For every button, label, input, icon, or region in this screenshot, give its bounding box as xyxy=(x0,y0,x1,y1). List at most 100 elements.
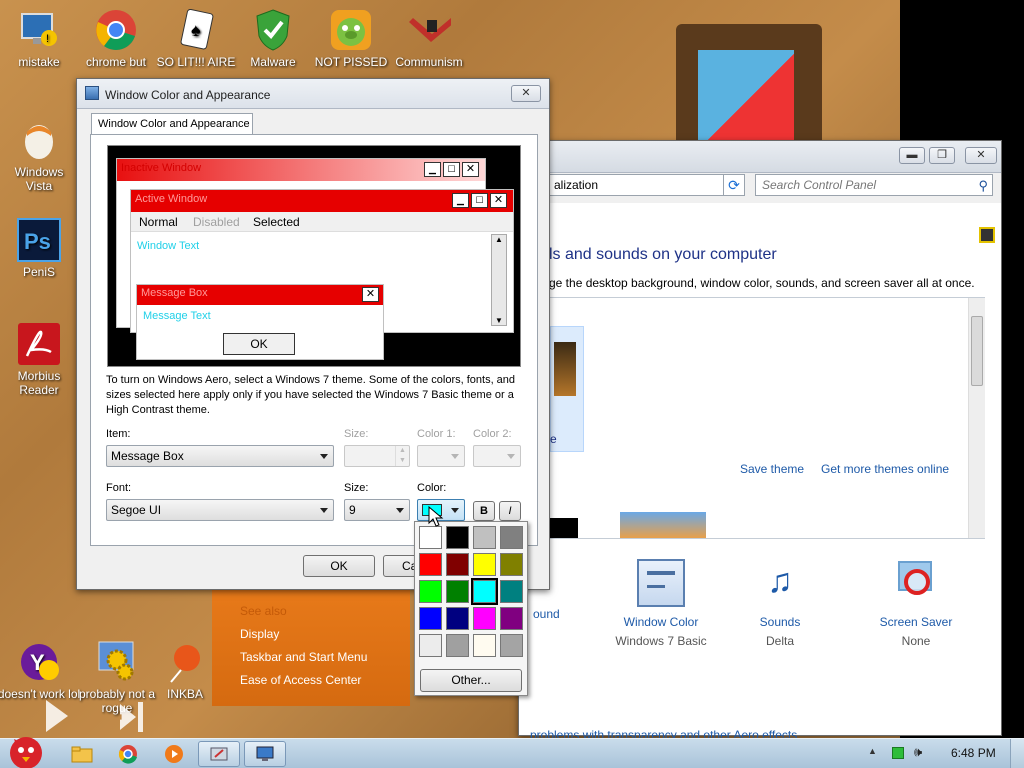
desktop-icon-not-pissed[interactable]: NOT PISSED xyxy=(309,8,393,69)
pig-icon xyxy=(329,8,373,52)
desktop-icon-morbius-reader[interactable]: Morbius Reader xyxy=(0,322,81,397)
pdf-icon xyxy=(17,322,61,366)
desktop-icon-probably-not-a-rogue[interactable]: probably not a rogue xyxy=(75,640,159,715)
color-swatch[interactable] xyxy=(500,526,523,549)
balloon-icon xyxy=(161,640,205,684)
theme-thumbnail[interactable] xyxy=(620,512,706,538)
desktop-icon-solitaire[interactable]: ♠ SO LIT!!! AIRE xyxy=(154,8,238,69)
preview-message-box: Message Box ✕ Message Text OK xyxy=(136,284,384,360)
save-theme-link[interactable]: Save theme xyxy=(740,462,804,476)
item-size-spinner: ▲ ▼ xyxy=(344,445,410,467)
desktop-icon-doesnt-work[interactable]: Y doesn't work lol xyxy=(0,640,81,701)
shield-icon xyxy=(251,8,295,52)
show-hidden-icons[interactable]: ▲ xyxy=(868,746,877,756)
color-swatch[interactable] xyxy=(473,634,496,657)
taskbar-start-menu-link[interactable]: Taskbar and Start Menu xyxy=(240,650,367,664)
color-swatch[interactable] xyxy=(419,553,442,576)
chevron-down-icon xyxy=(396,508,404,513)
desktop-icon-mistake[interactable]: ! mistake xyxy=(0,8,81,69)
search-icon[interactable]: ⚲ xyxy=(978,176,988,196)
theme-thumbnail[interactable] xyxy=(554,342,576,396)
start-button[interactable] xyxy=(0,729,54,768)
close-button[interactable]: ✕ xyxy=(965,147,997,164)
chevron-down-icon xyxy=(320,508,328,513)
monitor-icon xyxy=(256,746,274,761)
scrollbar[interactable] xyxy=(968,298,985,538)
color-swatch[interactable] xyxy=(419,526,442,549)
desktop-icon-communism[interactable]: Communism xyxy=(387,8,471,69)
desktop-icon-chrome[interactable]: chrome but xyxy=(74,8,158,69)
italic-button[interactable]: I xyxy=(499,501,521,521)
bold-button[interactable]: B xyxy=(473,501,495,521)
window-color-item[interactable]: Window Color Windows 7 Basic xyxy=(599,559,723,648)
display-link[interactable]: Display xyxy=(240,627,279,641)
color-swatch[interactable] xyxy=(446,607,469,630)
desktop-icon-penis[interactable]: Ps PeniS xyxy=(0,218,81,279)
color-swatch[interactable] xyxy=(419,634,442,657)
color-swatch[interactable] xyxy=(473,526,496,549)
screen-saver-icon xyxy=(892,559,940,607)
color2-picker xyxy=(473,445,521,467)
solitaire-icon: ♠ xyxy=(174,8,218,52)
show-desktop-button[interactable] xyxy=(1010,739,1024,768)
color-palette-dropdown: Other... xyxy=(414,521,528,696)
help-icon[interactable] xyxy=(979,227,995,243)
color-swatch[interactable] xyxy=(419,607,442,630)
screen-saver-item[interactable]: Screen Saver None xyxy=(865,559,967,648)
tab-window-color[interactable]: Window Color and Appearance xyxy=(91,113,253,135)
color-swatch[interactable] xyxy=(446,553,469,576)
yahoo-icon: Y xyxy=(17,640,61,684)
volume-icon[interactable]: 🕪 xyxy=(914,744,922,760)
ok-button[interactable]: OK xyxy=(303,555,375,577)
preview-menu-bar: Normal Disabled Selected xyxy=(131,212,513,232)
maximize-button[interactable]: ❐ xyxy=(929,147,955,164)
sounds-item[interactable]: ♫ Sounds Delta xyxy=(733,559,827,648)
refresh-icon[interactable]: ⟳ xyxy=(723,174,745,196)
taskbar-item-window-color[interactable] xyxy=(198,741,240,767)
color-swatch[interactable] xyxy=(500,634,523,657)
network-icon[interactable] xyxy=(892,747,904,759)
tab-panel: Inactive Window ▁ ☐ ✕ Active Window ▁ ☐ … xyxy=(90,134,538,546)
folder-icon xyxy=(71,746,93,763)
address-bar[interactable]: alization xyxy=(529,174,745,196)
taskbar-explorer[interactable] xyxy=(62,741,102,767)
item-select[interactable]: Message Box xyxy=(106,445,334,467)
color-swatch[interactable] xyxy=(471,578,498,605)
themes-list[interactable]: e Save theme Get more themes online xyxy=(549,297,985,539)
color-swatch[interactable] xyxy=(446,580,469,603)
control-panel-window: ▬ ❐ ✕ alization ⟳ Search Control Panel ⚲… xyxy=(518,140,1002,742)
other-colors-button[interactable]: Other... xyxy=(420,669,522,692)
chrome-icon xyxy=(94,8,138,52)
taskbar-chrome[interactable] xyxy=(108,741,148,767)
color-swatch[interactable] xyxy=(500,607,523,630)
color-swatch[interactable] xyxy=(500,553,523,576)
chevron-down-icon xyxy=(451,508,459,513)
desktop-icon-inkba[interactable]: INKBA xyxy=(153,640,213,701)
gears-icon xyxy=(95,640,139,684)
play-icon xyxy=(46,700,68,732)
color1-picker xyxy=(417,445,465,467)
taskbar-item-control-panel[interactable] xyxy=(244,741,286,767)
search-input[interactable]: Search Control Panel ⚲ xyxy=(755,174,993,196)
color-swatch[interactable] xyxy=(446,634,469,657)
font-size-select[interactable]: 9 xyxy=(344,499,410,521)
font-select[interactable]: Segoe UI xyxy=(106,499,334,521)
minimize-button[interactable]: ▬ xyxy=(899,147,925,164)
music-notes-icon: ♫ xyxy=(767,562,793,600)
color-swatch[interactable] xyxy=(473,607,496,630)
color-swatch[interactable] xyxy=(500,580,523,603)
dialog-title: Window Color and Appearance xyxy=(105,88,271,102)
ease-of-access-link[interactable]: Ease of Access Center xyxy=(240,673,361,687)
desktop-icon-windows-vista[interactable]: Windows Vista xyxy=(0,118,81,193)
desktop-icon-malware[interactable]: Malware xyxy=(231,8,315,69)
color-swatch[interactable] xyxy=(419,580,442,603)
window-color-icon xyxy=(85,86,99,100)
paint-icon xyxy=(210,747,228,761)
clock[interactable]: 6:48 PM xyxy=(951,746,996,760)
close-button[interactable]: ✕ xyxy=(511,85,541,102)
taskbar-media-player[interactable] xyxy=(154,741,194,767)
get-more-themes-link[interactable]: Get more themes online xyxy=(821,462,949,476)
color-swatch[interactable] xyxy=(446,526,469,549)
preview-area: Inactive Window ▁ ☐ ✕ Active Window ▁ ☐ … xyxy=(107,145,521,367)
color-swatch[interactable] xyxy=(473,553,496,576)
